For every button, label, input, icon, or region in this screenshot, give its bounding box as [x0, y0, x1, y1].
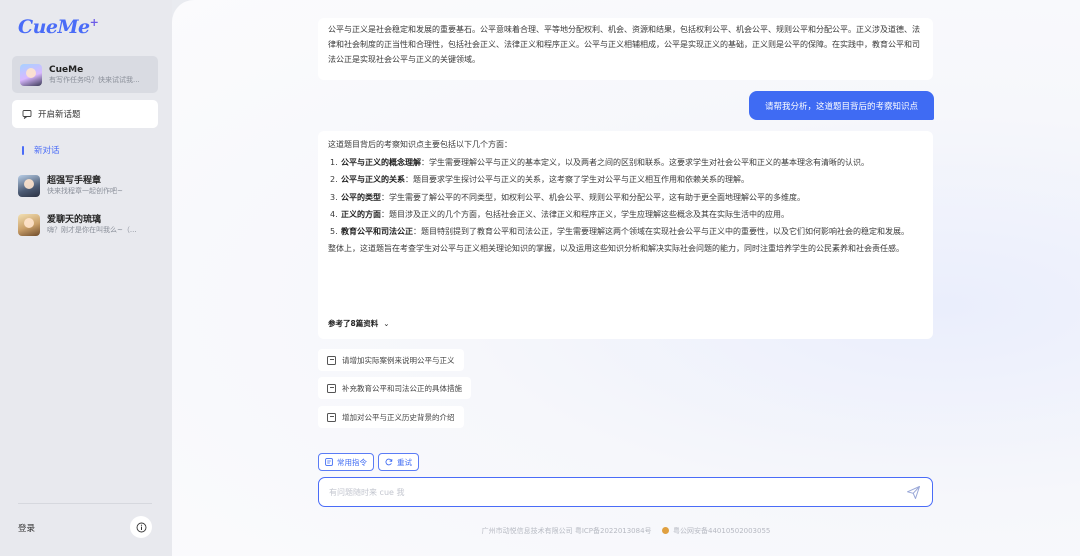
point-number: 4. — [330, 209, 338, 219]
message-text: 公平与正义是社会稳定和发展的重要基石。公平意味着合理、平等地分配权利、机会、资源… — [328, 25, 920, 65]
info-icon — [136, 522, 146, 532]
new-topic-label: 开启新话题 — [38, 110, 81, 120]
point-number: 3. — [330, 192, 338, 202]
chat-input[interactable] — [329, 487, 904, 497]
point-title: 公平与正义的概念理解 — [341, 158, 421, 168]
send-button[interactable] — [904, 483, 922, 501]
retry-button[interactable]: 重试 — [378, 453, 419, 471]
answer-point: 2. 公平与正义的关系：题目要求学生探讨公平与正义的关系，这考察了学生对公平与正… — [330, 172, 923, 187]
bot-description: 嗨？刚才是你在叫我么~（... — [47, 226, 137, 235]
point-number: 1. — [330, 158, 338, 168]
avatar — [18, 175, 40, 197]
point-title: 正义的方面 — [341, 209, 381, 219]
common-commands-button[interactable]: 常用指令 — [318, 453, 374, 471]
conversation-label: 新对话 — [34, 146, 60, 156]
suggestion-label: 增加对公平与正义历史背景的介绍 — [342, 412, 455, 422]
user-message: 请帮我分析，这道题目背后的考察知识点 — [749, 91, 934, 120]
references-toggle[interactable]: 参考了8篇资料 ⌄ — [328, 317, 390, 331]
bot-name: 超强写手程章 — [47, 176, 102, 187]
point-title: 公平的类型 — [341, 192, 381, 202]
suggestion-label: 补充教育公平和司法公正的具体措施 — [342, 383, 462, 393]
point-number: 5. — [330, 226, 338, 236]
answer-point: 4. 正义的方面：题目涉及正义的几个方面，包括社会正义、法律正义和程序正义，学生… — [330, 207, 923, 222]
point-text: ：学生需要理解公平与正义的基本定义，以及两者之间的区别和联系。这要求学生对社会公… — [421, 158, 869, 168]
references-label: 参考了8篇资料 — [328, 318, 379, 328]
logo-plus: + — [89, 16, 99, 29]
active-indicator — [22, 145, 24, 155]
login-link[interactable]: 登录 — [18, 522, 35, 534]
retry-icon — [385, 458, 393, 466]
point-title: 公平与正义的关系 — [341, 175, 405, 185]
police-record[interactable]: 粤公网安备44010502003055 — [673, 527, 770, 535]
suggestion-label: 请增加实际案例来说明公平与正义 — [342, 355, 455, 365]
company-icp[interactable]: 广州市动悦信息技术有限公司 粤ICP备2022013084号 — [482, 527, 652, 535]
bot-item-coder[interactable]: 超强写手程章 快来找程章一起创作吧~ — [18, 171, 164, 201]
assistant-message: 公平与正义是社会稳定和发展的重要基石。公平意味着合理、平等地分配权利、机会、资源… — [318, 18, 933, 80]
chat-input-box — [318, 477, 933, 507]
point-text: ：学生需要了解公平的不同类型，如权利公平、机会公平、规则公平和分配公平，这有助于… — [381, 192, 805, 202]
bot-description: 有写作任务吗？快来试试我... — [49, 75, 140, 84]
police-badge-icon — [661, 527, 669, 534]
retry-label: 重试 — [397, 457, 412, 467]
answer-summary: 整体上，这道题旨在考查学生对公平与正义相关理论知识的掌握，以及运用这些知识分析和… — [328, 244, 904, 254]
avatar — [20, 63, 42, 86]
bot-description: 快来找程章一起创作吧~ — [47, 187, 123, 196]
point-text: ：题目涉及正义的几个方面，包括社会正义、法律正义和程序正义，学生应理解这些概念及… — [381, 209, 789, 219]
app-logo[interactable]: CueMe+ — [18, 16, 99, 38]
bot-name: CueMe — [49, 64, 84, 75]
suggestion-icon — [327, 383, 336, 393]
common-commands-label: 常用指令 — [337, 457, 367, 467]
suggestion-button[interactable]: 请增加实际案例来说明公平与正义 — [318, 349, 464, 371]
chevron-down-icon: ⌄ — [383, 318, 390, 328]
new-topic-button[interactable]: 开启新话题 — [12, 100, 158, 128]
chat-main: 公平与正义是社会稳定和发展的重要基石。公平意味着合理、平等地分配权利、机会、资源… — [172, 0, 1080, 556]
conversation-item-active[interactable]: 新对话 — [22, 144, 60, 156]
send-icon — [906, 485, 920, 499]
point-text: ：题目特别提到了教育公平和司法公正，学生需要理解这两个领域在实现社会公平与正义中… — [413, 226, 909, 236]
divider — [18, 503, 152, 504]
footer: 广州市动悦信息技术有限公司 粤ICP备2022013084号 粤公网安备4401… — [172, 526, 1080, 536]
info-button[interactable] — [130, 516, 152, 538]
suggestion-icon — [327, 412, 336, 422]
point-title: 教育公平和司法公正 — [341, 226, 413, 236]
point-number: 2. — [330, 175, 338, 185]
bot-item-chat[interactable]: 爱聊天的琉璃 嗨？刚才是你在叫我么~（... — [18, 210, 164, 240]
user-message-text: 请帮我分析，这道题目背后的考察知识点 — [764, 101, 918, 112]
answer-point: 3. 公平的类型：学生需要了解公平的不同类型，如权利公平、机会公平、规则公平和分… — [330, 190, 923, 205]
command-icon — [325, 458, 333, 466]
answer-intro: 这道题目背后的考察知识点主要包括以下几个方面： — [328, 140, 512, 149]
assistant-answer: 这道题目背后的考察知识点主要包括以下几个方面： 1. 公平与正义的概念理解：学生… — [318, 131, 933, 339]
point-text: ：题目要求学生探讨公平与正义的关系，这考察了学生对公平与正义相互作用和依赖关系的… — [405, 175, 749, 185]
avatar — [18, 214, 40, 236]
sidebar: CueMe+ CueMe 有写作任务吗？快来试试我... 开启新话题 新对话 超… — [0, 0, 172, 556]
answer-point: 5. 教育公平和司法公正：题目特别提到了教育公平和司法公正，学生需要理解这两个领… — [330, 224, 923, 239]
suggestion-icon — [327, 355, 336, 365]
answer-point: 1. 公平与正义的概念理解：学生需要理解公平与正义的基本定义，以及两者之间的区别… — [330, 155, 923, 170]
bot-card-cueme[interactable]: CueMe 有写作任务吗？快来试试我... — [12, 56, 158, 93]
bot-name: 爱聊天的琉璃 — [47, 215, 102, 226]
new-chat-icon — [22, 110, 32, 119]
suggestion-button[interactable]: 增加对公平与正义历史背景的介绍 — [318, 406, 464, 428]
suggestion-button[interactable]: 补充教育公平和司法公正的具体措施 — [318, 377, 471, 399]
